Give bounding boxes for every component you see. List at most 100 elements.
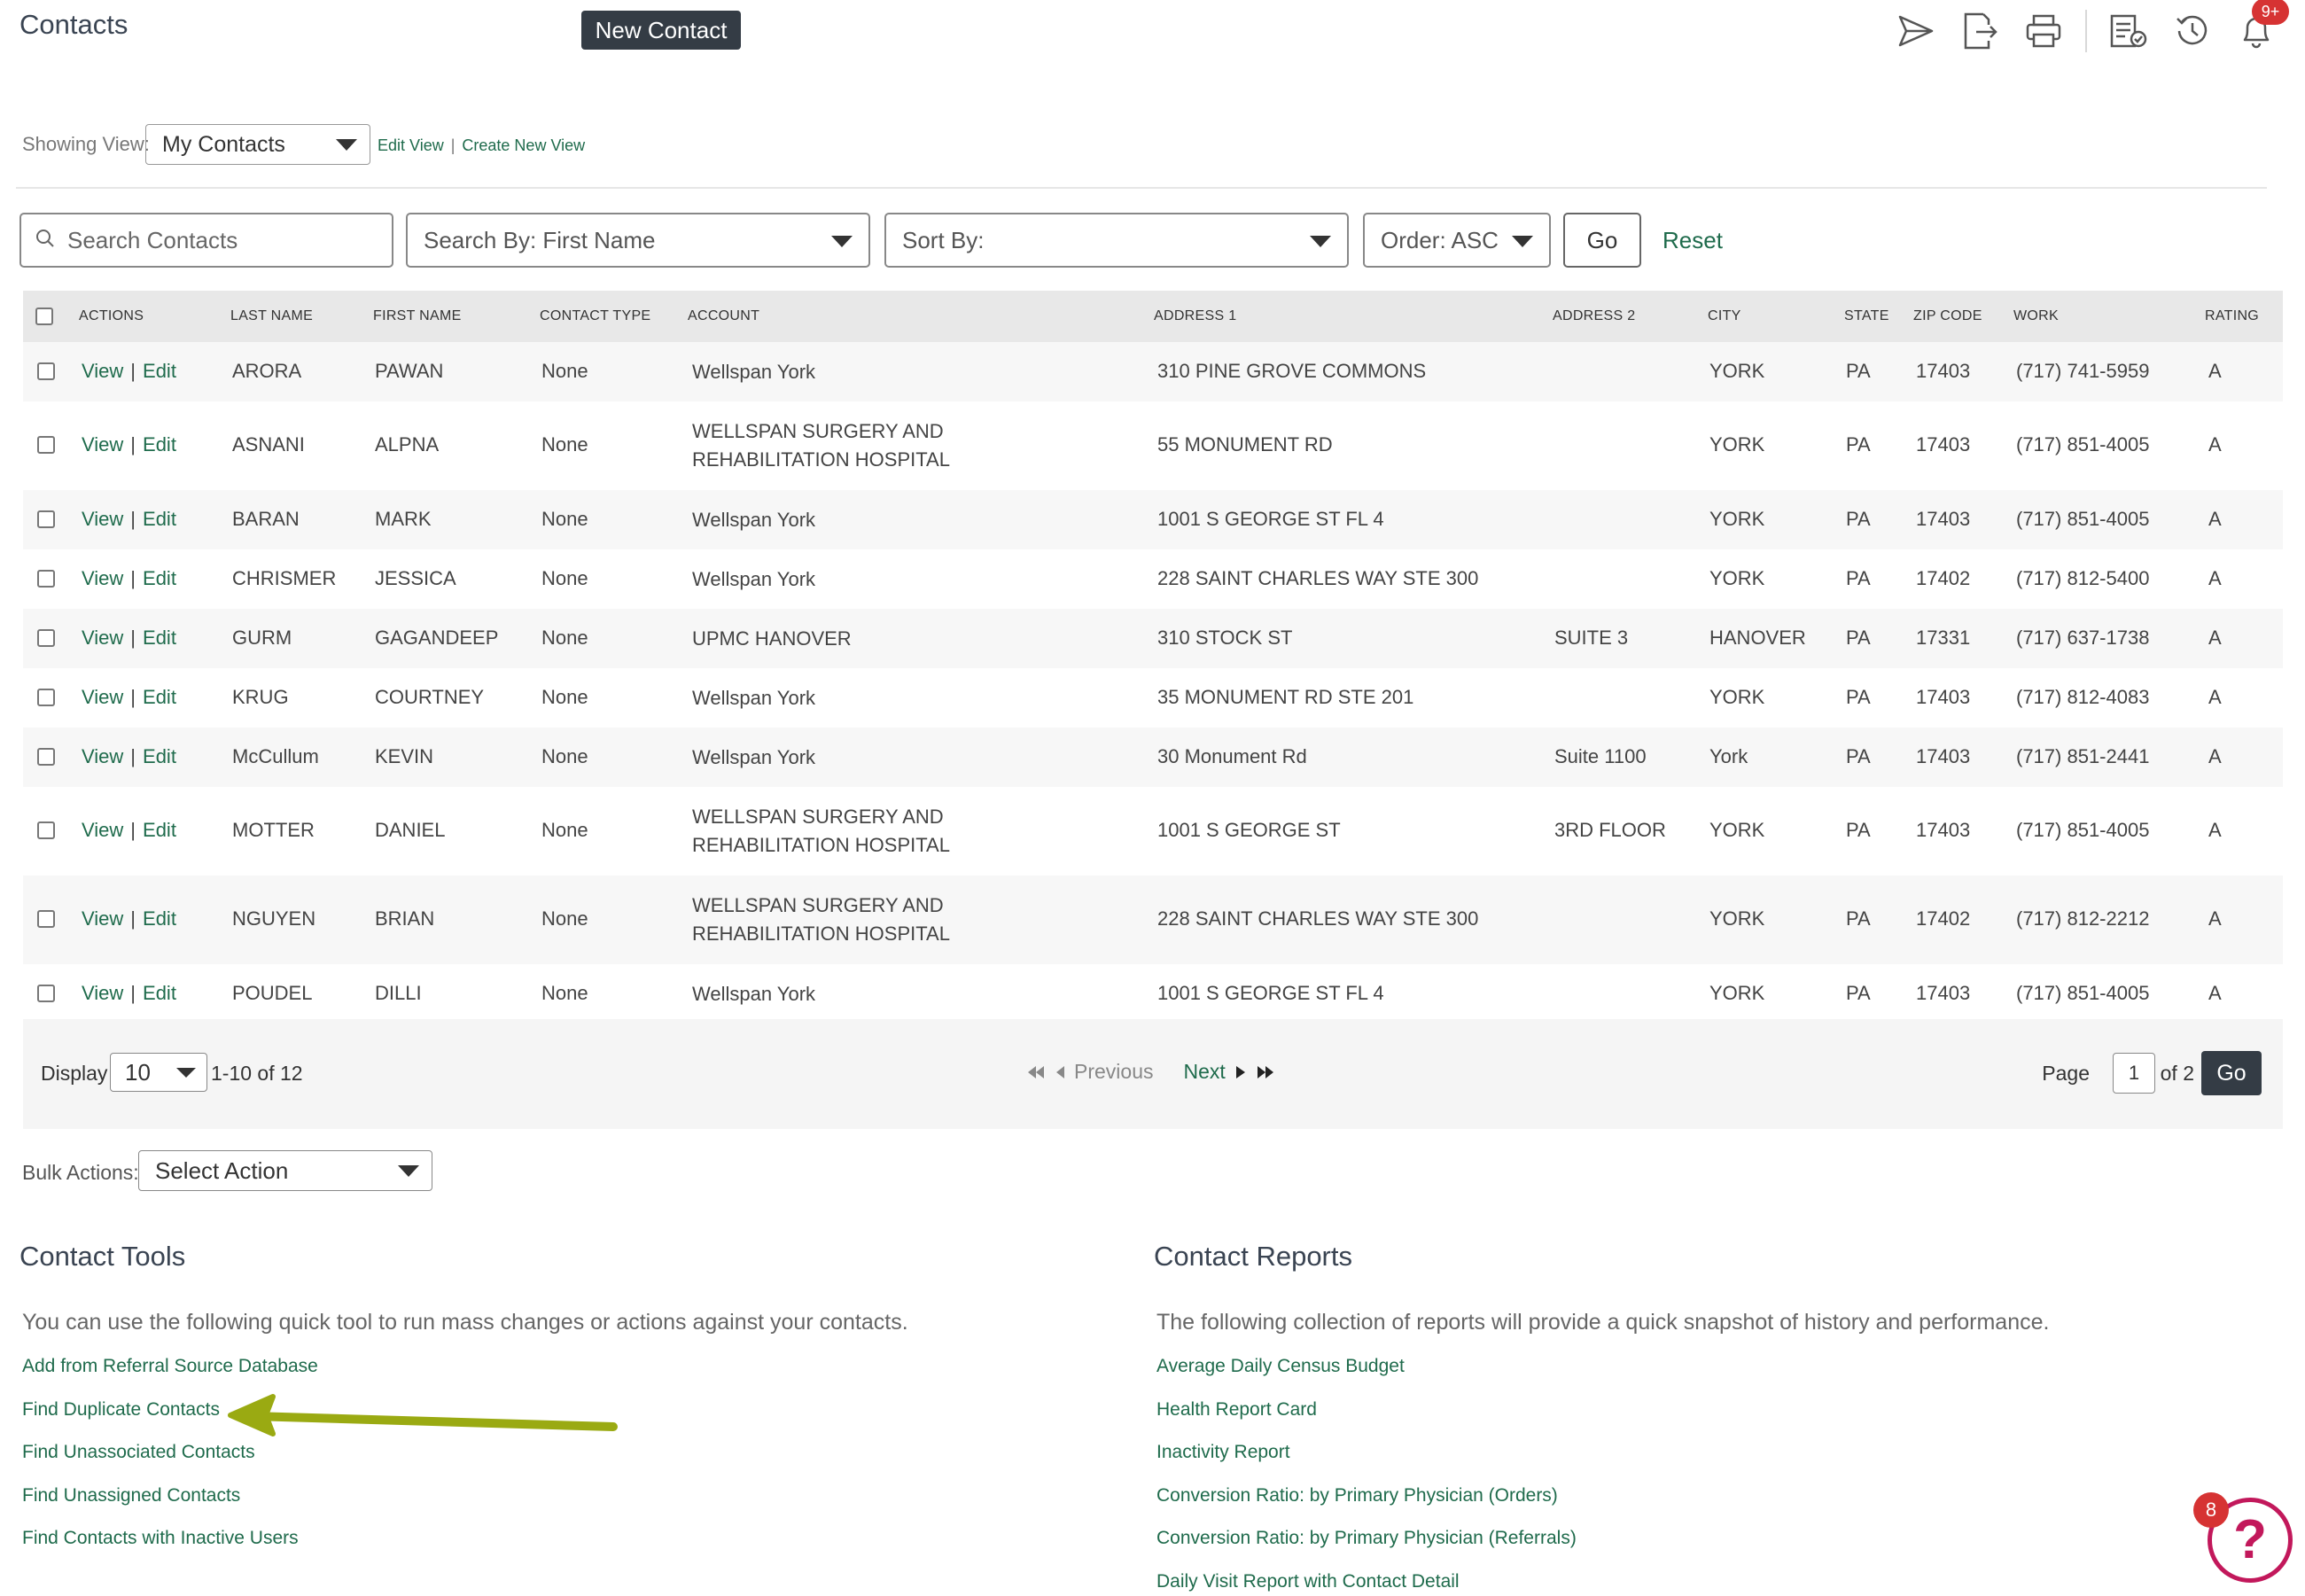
page-nav: Previous Next	[1026, 1060, 1275, 1084]
row-checkbox[interactable]	[37, 747, 55, 766]
edit-link[interactable]: Edit	[143, 627, 176, 649]
view-link[interactable]: View	[82, 745, 123, 767]
cell-city: YORK	[1709, 507, 1765, 530]
edit-link[interactable]: Edit	[143, 686, 176, 708]
print-icon[interactable]	[2021, 9, 2066, 53]
bell-icon[interactable]: 9+	[2234, 0, 2289, 53]
contact-report-link[interactable]: Health Report Card	[1156, 1399, 1317, 1421]
cell-last-name: McCullum	[232, 744, 319, 767]
row-checkbox[interactable]	[37, 910, 55, 928]
action-separator: |	[130, 819, 136, 841]
row-checkbox[interactable]	[37, 688, 55, 706]
contact-tool-link[interactable]: Find Contacts with Inactive Users	[22, 1528, 299, 1549]
view-link[interactable]: View	[82, 982, 123, 1004]
row-checkbox[interactable]	[37, 984, 55, 1002]
contact-tool-link[interactable]: Find Unassigned Contacts	[22, 1485, 240, 1506]
edit-link[interactable]: Edit	[143, 745, 176, 767]
row-checkbox[interactable]	[37, 436, 55, 454]
table-header: ACTIONS LAST NAME FIRST NAME CONTACT TYP…	[23, 291, 2283, 342]
col-rating[interactable]: RATING	[2205, 308, 2259, 324]
cell-work: (717) 637-1738	[2016, 626, 2150, 649]
col-address1[interactable]: ADDRESS 1	[1154, 308, 1236, 324]
contact-report-link[interactable]: Conversion Ratio: by Primary Physician (…	[1156, 1528, 1577, 1549]
edit-link[interactable]: Edit	[143, 433, 176, 455]
send-icon[interactable]	[1894, 9, 1938, 53]
view-link[interactable]: View	[82, 819, 123, 841]
next-link[interactable]: Next	[1183, 1060, 1225, 1084]
order-select[interactable]: Order: ASC	[1363, 213, 1551, 268]
search-by-select[interactable]: Search By: First Name	[406, 213, 870, 268]
history-icon[interactable]	[2170, 9, 2215, 53]
reset-link[interactable]: Reset	[1663, 227, 1723, 254]
select-all-checkbox[interactable]	[35, 308, 53, 325]
col-zip-code[interactable]: ZIP CODE	[1913, 308, 1982, 324]
last-page-icon[interactable]	[1256, 1064, 1275, 1080]
view-link[interactable]: View	[82, 508, 123, 530]
cell-contact-type: None	[541, 433, 588, 455]
view-link[interactable]: View	[82, 627, 123, 649]
page-number-input[interactable]: 1	[2113, 1053, 2155, 1094]
col-first-name[interactable]: FIRST NAME	[373, 308, 462, 324]
bulk-actions-value: Select Action	[155, 1157, 289, 1184]
view-select[interactable]: My Contacts	[145, 124, 370, 165]
sort-by-select[interactable]: Sort By:	[884, 213, 1349, 268]
row-checkbox[interactable]	[37, 362, 55, 380]
contact-tool-link[interactable]: Find Unassociated Contacts	[22, 1442, 255, 1463]
row-checkbox[interactable]	[37, 510, 55, 528]
export-icon[interactable]	[1958, 9, 2002, 53]
contact-tool-link[interactable]: Find Duplicate Contacts	[22, 1399, 220, 1421]
view-link[interactable]: View	[82, 360, 123, 382]
col-state[interactable]: STATE	[1844, 308, 1889, 324]
col-contact-type[interactable]: CONTACT TYPE	[540, 308, 650, 324]
view-link[interactable]: View	[82, 567, 123, 589]
cell-account: WELLSPAN SURGERY AND REHABILITATION HOSPI…	[692, 891, 950, 948]
row-checkbox[interactable]	[37, 821, 55, 839]
contact-tool-link[interactable]: Add from Referral Source Database	[22, 1356, 318, 1377]
row-checkbox[interactable]	[37, 569, 55, 588]
account-line: Wellspan York	[692, 360, 816, 383]
checklist-icon[interactable]	[2106, 9, 2151, 53]
col-work[interactable]: WORK	[2013, 308, 2059, 324]
view-link[interactable]: View	[82, 686, 123, 708]
view-link[interactable]: View	[82, 907, 123, 930]
contact-tools-title: Contact Tools	[19, 1241, 186, 1272]
col-city[interactable]: CITY	[1708, 308, 1741, 324]
search-contacts-input[interactable]: Search Contacts	[19, 213, 393, 268]
previous-link[interactable]: Previous	[1074, 1060, 1153, 1084]
create-new-view-link[interactable]: Create New View	[462, 136, 585, 154]
filter-go-button[interactable]: Go	[1563, 213, 1641, 268]
col-address2[interactable]: ADDRESS 2	[1553, 308, 1635, 324]
col-last-name[interactable]: LAST NAME	[230, 308, 313, 324]
edit-view-link[interactable]: Edit View	[378, 136, 444, 154]
col-account[interactable]: ACCOUNT	[688, 308, 759, 324]
action-separator: |	[130, 626, 136, 649]
table-row: View | Edit GURM GAGANDEEP None 310 STOCK ST SU…	[23, 609, 2283, 668]
first-page-icon[interactable]	[1026, 1064, 1046, 1080]
cell-first-name: DANIEL	[375, 819, 446, 841]
cell-zip-code: 17403	[1916, 433, 1971, 455]
contact-report-link[interactable]: Average Daily Census Budget	[1156, 1356, 1405, 1377]
action-separator: |	[130, 744, 136, 767]
edit-link[interactable]: Edit	[143, 508, 176, 530]
next-page-icon[interactable]	[1234, 1064, 1247, 1080]
contact-report-link[interactable]: Daily Visit Report with Contact Detail	[1156, 1571, 1460, 1592]
edit-link[interactable]: Edit	[143, 567, 176, 589]
table-body: View | Edit ARORA PAWAN None 310 PINE GROVE CO…	[23, 342, 2283, 1024]
bulk-actions-select[interactable]: Select Action	[138, 1150, 432, 1191]
new-contact-button[interactable]: New Contact	[581, 11, 741, 50]
edit-link[interactable]: Edit	[143, 982, 176, 1004]
contact-report-link[interactable]: Inactivity Report	[1156, 1442, 1290, 1463]
view-link[interactable]: View	[82, 433, 123, 455]
row-checkbox[interactable]	[37, 628, 55, 647]
table-row: View | Edit ARORA PAWAN None 310 PINE GROVE CO…	[23, 342, 2283, 401]
edit-link[interactable]: Edit	[143, 819, 176, 841]
edit-link[interactable]: Edit	[143, 907, 176, 930]
row-actions: View | Edit	[82, 627, 176, 650]
page-go-button[interactable]: Go	[2201, 1051, 2262, 1095]
display-count-select[interactable]: 10	[110, 1053, 207, 1092]
previous-page-icon[interactable]	[1055, 1064, 1065, 1080]
cell-zip-code: 17403	[1916, 819, 1971, 841]
contact-report-link[interactable]: Conversion Ratio: by Primary Physician (…	[1156, 1485, 1558, 1506]
cell-account: Wellspan York	[692, 358, 815, 386]
edit-link[interactable]: Edit	[143, 360, 176, 382]
